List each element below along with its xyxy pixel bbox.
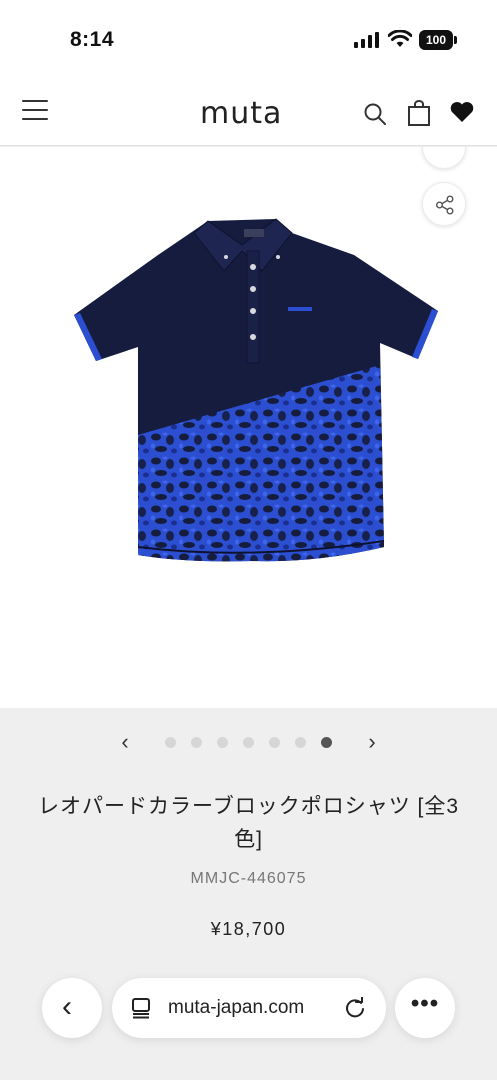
carousel-dots [165, 737, 347, 748]
browser-more-button[interactable]: ••• [395, 978, 455, 1038]
site-logo[interactable]: muta [200, 96, 282, 131]
product-title: レオパードカラーブロックポロシャツ [全3色] [37, 795, 460, 851]
carousel-dot[interactable] [165, 737, 176, 748]
battery-tip [454, 36, 457, 44]
more-icon: ••• [410, 990, 440, 1017]
carousel-prev-button[interactable]: ‹ [115, 730, 135, 754]
back-chevron-icon: ‹ [62, 990, 72, 1023]
shopping-bag-icon[interactable] [407, 100, 431, 126]
battery-icon: 100 [419, 30, 453, 50]
carousel-next-button[interactable]: › [362, 730, 382, 754]
wifi-icon [388, 30, 412, 47]
cellular-signal-icon [354, 32, 379, 48]
browser-address-bar[interactable]: muta-japan.com [112, 978, 386, 1038]
scroll-top-button[interactable] [422, 147, 466, 169]
site-header: muta [0, 80, 497, 146]
search-icon[interactable] [363, 102, 387, 126]
heart-icon[interactable] [449, 101, 475, 123]
reload-icon[interactable] [344, 997, 366, 1019]
carousel-dot[interactable] [269, 737, 280, 748]
hamburger-menu-icon[interactable] [22, 100, 48, 122]
product-image-gallery[interactable] [0, 147, 497, 708]
browser-back-button[interactable]: ‹ [42, 978, 102, 1038]
carousel-dot-active[interactable] [321, 737, 332, 748]
product-price: ¥18,700 [210, 919, 287, 939]
page-menu-icon [132, 998, 150, 1019]
status-time: 8:14 [70, 28, 115, 51]
product-sku: MMJC-446075 [190, 870, 307, 887]
carousel-dot[interactable] [217, 737, 228, 748]
carousel-dot[interactable] [191, 737, 202, 748]
carousel-dot[interactable] [295, 737, 306, 748]
browser-url[interactable]: muta-japan.com [168, 997, 304, 1019]
carousel-dot[interactable] [243, 737, 254, 748]
share-icon [436, 195, 454, 215]
status-bar: 8:14 100 [0, 0, 497, 80]
image-carousel-controls: ‹ › [0, 708, 497, 776]
product-image-polo-shirt [74, 218, 438, 562]
